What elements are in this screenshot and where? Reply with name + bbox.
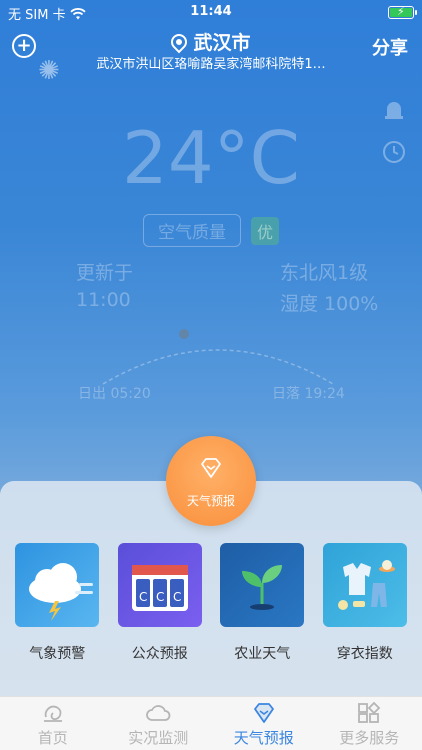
tab-live-monitor[interactable]: 实况监测 bbox=[106, 697, 212, 750]
updated-label: 更新于 bbox=[76, 262, 134, 284]
tab-label: 首页 bbox=[37, 729, 68, 747]
forecast-menu-grid: 气象预警 C C C 公众预报 农业天气 穿衣指数 bbox=[0, 543, 422, 663]
humidity-info: 湿度 100% bbox=[280, 293, 379, 315]
tab-more-services[interactable]: 更多服务 bbox=[317, 697, 422, 750]
sun-glare-icon: ✺ bbox=[38, 56, 60, 86]
storm-cloud-icon bbox=[15, 543, 100, 627]
gem-icon bbox=[253, 703, 274, 723]
share-button[interactable]: 分享 bbox=[372, 34, 408, 60]
menu-item-label: 穿衣指数 bbox=[336, 646, 393, 662]
battery-icon: ⚡ bbox=[388, 5, 417, 19]
sprout-icon bbox=[220, 543, 305, 627]
aqi-badge: 优 bbox=[250, 216, 279, 245]
tab-home[interactable]: 首页 bbox=[0, 697, 106, 750]
menu-item-label: 气象预警 bbox=[29, 646, 86, 662]
tab-label: 更多服务 bbox=[339, 729, 400, 747]
svg-text:C: C bbox=[173, 590, 181, 604]
sunset-time: 日落 19:24 bbox=[272, 386, 345, 402]
menu-item-agri-weather[interactable]: 农业天气 bbox=[219, 543, 305, 663]
menu-item-public-forecast[interactable]: C C C 公众预报 bbox=[117, 543, 203, 663]
clock-time: 11:44 bbox=[190, 4, 232, 19]
tab-weather-forecast[interactable]: 天气预报 bbox=[211, 697, 317, 750]
sunrise-time: 日出 05:20 bbox=[78, 386, 151, 402]
address-text: 武汉市洪山区珞喻路吴家湾邮科院特1… bbox=[96, 57, 326, 72]
home-icon bbox=[43, 705, 62, 722]
tab-label: 天气预报 bbox=[233, 729, 294, 747]
forecast-center-button[interactable]: 天气预报 bbox=[166, 436, 256, 526]
updated-time: 11:00 bbox=[76, 289, 131, 311]
grid-icon bbox=[358, 701, 381, 723]
temperature: 24°C bbox=[122, 116, 300, 200]
wind-info: 东北风1级 bbox=[280, 262, 369, 284]
svg-text:C: C bbox=[139, 590, 147, 604]
status-bar: 无 SIM 卡 11:44 ⚡ bbox=[0, 0, 422, 24]
forecast-center-label: 天气预报 bbox=[186, 494, 235, 508]
header: + 武汉市 武汉市洪山区珞喻路吴家湾邮科院特1… 分享 bbox=[0, 26, 422, 76]
clothing-icon bbox=[322, 543, 407, 627]
tab-label: 实况监测 bbox=[128, 729, 189, 747]
aqi-label: 空气质量 bbox=[142, 214, 241, 247]
menu-item-dressing-index[interactable]: 穿衣指数 bbox=[322, 543, 408, 663]
calendar-forecast-icon: C C C bbox=[117, 543, 202, 627]
tab-bar: 首页 实况监测 天气预报 更多服务 bbox=[0, 696, 422, 750]
city-name: 武汉市 bbox=[193, 32, 251, 54]
sun-path-arc bbox=[102, 329, 334, 385]
location-pin-icon bbox=[168, 30, 191, 53]
menu-item-weather-warning[interactable]: 气象预警 bbox=[14, 543, 100, 663]
menu-item-label: 公众预报 bbox=[131, 646, 188, 662]
menu-item-label: 农业天气 bbox=[234, 646, 291, 662]
air-quality: 空气质量 优 bbox=[0, 214, 422, 247]
gem-icon bbox=[201, 458, 221, 478]
cloud-icon bbox=[146, 705, 171, 721]
city-selector[interactable]: 武汉市 bbox=[0, 28, 422, 55]
svg-text:C: C bbox=[156, 590, 164, 604]
